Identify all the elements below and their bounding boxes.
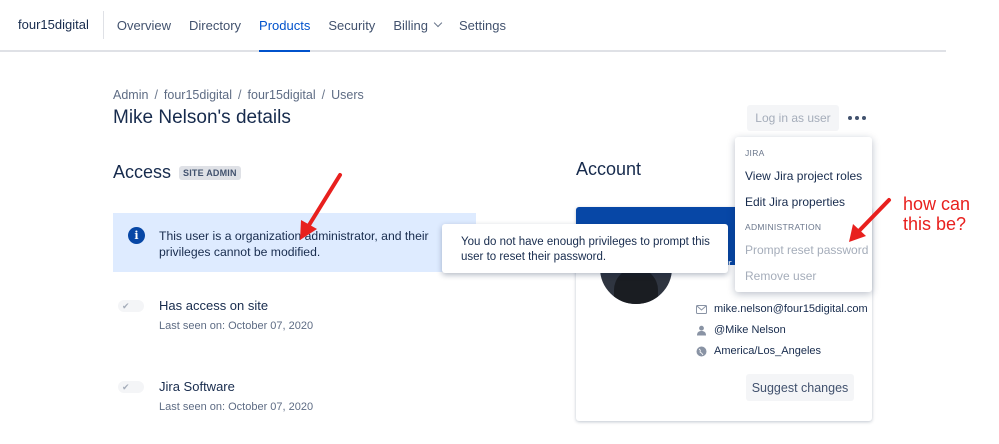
more-actions-button[interactable] xyxy=(845,106,869,130)
nav-billing[interactable]: Billing xyxy=(384,0,450,50)
menu-item-edit-jira-properties[interactable]: Edit Jira properties xyxy=(745,195,845,209)
handle-detail: @Mike Nelson xyxy=(695,324,786,336)
access-item-subtitle: Last seen on: October 07, 2020 xyxy=(159,320,314,332)
access-heading: Access SITE ADMIN xyxy=(113,162,241,183)
access-toggle[interactable]: ✔ xyxy=(118,300,144,312)
chevron-down-icon xyxy=(433,18,443,28)
card-header-text: r xyxy=(728,258,732,270)
breadcrumb-users[interactable]: Users xyxy=(331,88,364,102)
menu-item-remove-user[interactable]: Remove user xyxy=(745,269,816,283)
check-icon: ✔ xyxy=(122,301,130,311)
breadcrumb-separator: / xyxy=(238,88,242,102)
annotation-line-2: this be? xyxy=(903,214,967,234)
annotation-text: how can this be? xyxy=(903,194,970,234)
nav-products[interactable]: Products xyxy=(250,0,319,52)
nav-security[interactable]: Security xyxy=(319,0,384,50)
timezone-detail: America/Los_Angeles xyxy=(695,345,821,357)
breadcrumb-separator: / xyxy=(154,88,158,102)
menu-item-view-jira-project-roles[interactable]: View Jira project roles xyxy=(745,169,862,183)
access-item-title: Has access on site xyxy=(159,298,269,313)
breadcrumb-admin[interactable]: Admin xyxy=(113,88,148,102)
annotation-line-1: how can xyxy=(903,194,971,214)
ellipsis-icon xyxy=(855,116,859,120)
page-title: Mike Nelson's details xyxy=(113,107,291,128)
access-toggle[interactable]: ✔ xyxy=(118,381,144,393)
email-icon xyxy=(695,303,707,315)
menu-group-jira: JIRA xyxy=(745,148,765,158)
privileges-tooltip: You do not have enough privileges to pro… xyxy=(442,224,728,273)
access-title: Access xyxy=(113,162,172,182)
org-name[interactable]: four15digital xyxy=(0,11,104,39)
email-detail: mike.nelson@four15digital.com xyxy=(695,303,868,315)
info-icon: i xyxy=(128,227,145,244)
ellipsis-icon xyxy=(848,116,852,120)
breadcrumb-separator: / xyxy=(321,88,326,102)
suggest-changes-button[interactable]: Suggest changes xyxy=(746,374,854,401)
access-item-title: Jira Software xyxy=(159,379,235,394)
ellipsis-icon xyxy=(862,116,866,120)
nav-directory[interactable]: Directory xyxy=(180,0,250,50)
check-icon: ✔ xyxy=(122,382,130,392)
top-navigation: four15digital Overview Directory Product… xyxy=(0,0,946,52)
site-admin-badge: SITE ADMIN xyxy=(179,165,241,180)
nav-settings[interactable]: Settings xyxy=(450,0,515,50)
annotation-arrow-right-icon xyxy=(849,198,891,242)
globe-icon xyxy=(695,345,707,357)
nav-billing-label: Billing xyxy=(393,17,428,33)
access-item-subtitle: Last seen on: October 07, 2020 xyxy=(159,401,314,413)
nav-overview[interactable]: Overview xyxy=(108,0,180,50)
breadcrumb: Admin / four15digital / four15digital / … xyxy=(113,88,364,102)
timezone-value: America/Los_Angeles xyxy=(714,345,822,357)
breadcrumb-site[interactable]: four15digital xyxy=(248,88,316,102)
breadcrumb-org[interactable]: four15digital xyxy=(164,88,232,102)
nav-items: Overview Directory Products Security Bil… xyxy=(108,0,515,52)
log-in-as-user-button[interactable]: Log in as user xyxy=(747,105,839,131)
menu-group-administration: ADMINISTRATION xyxy=(745,222,822,232)
person-icon xyxy=(695,324,707,336)
account-heading: Account xyxy=(576,159,642,179)
annotation-arrow-left-icon xyxy=(300,173,342,240)
email-value: mike.nelson@four15digital.com xyxy=(714,303,868,315)
handle-value: @Mike Nelson xyxy=(714,324,786,336)
